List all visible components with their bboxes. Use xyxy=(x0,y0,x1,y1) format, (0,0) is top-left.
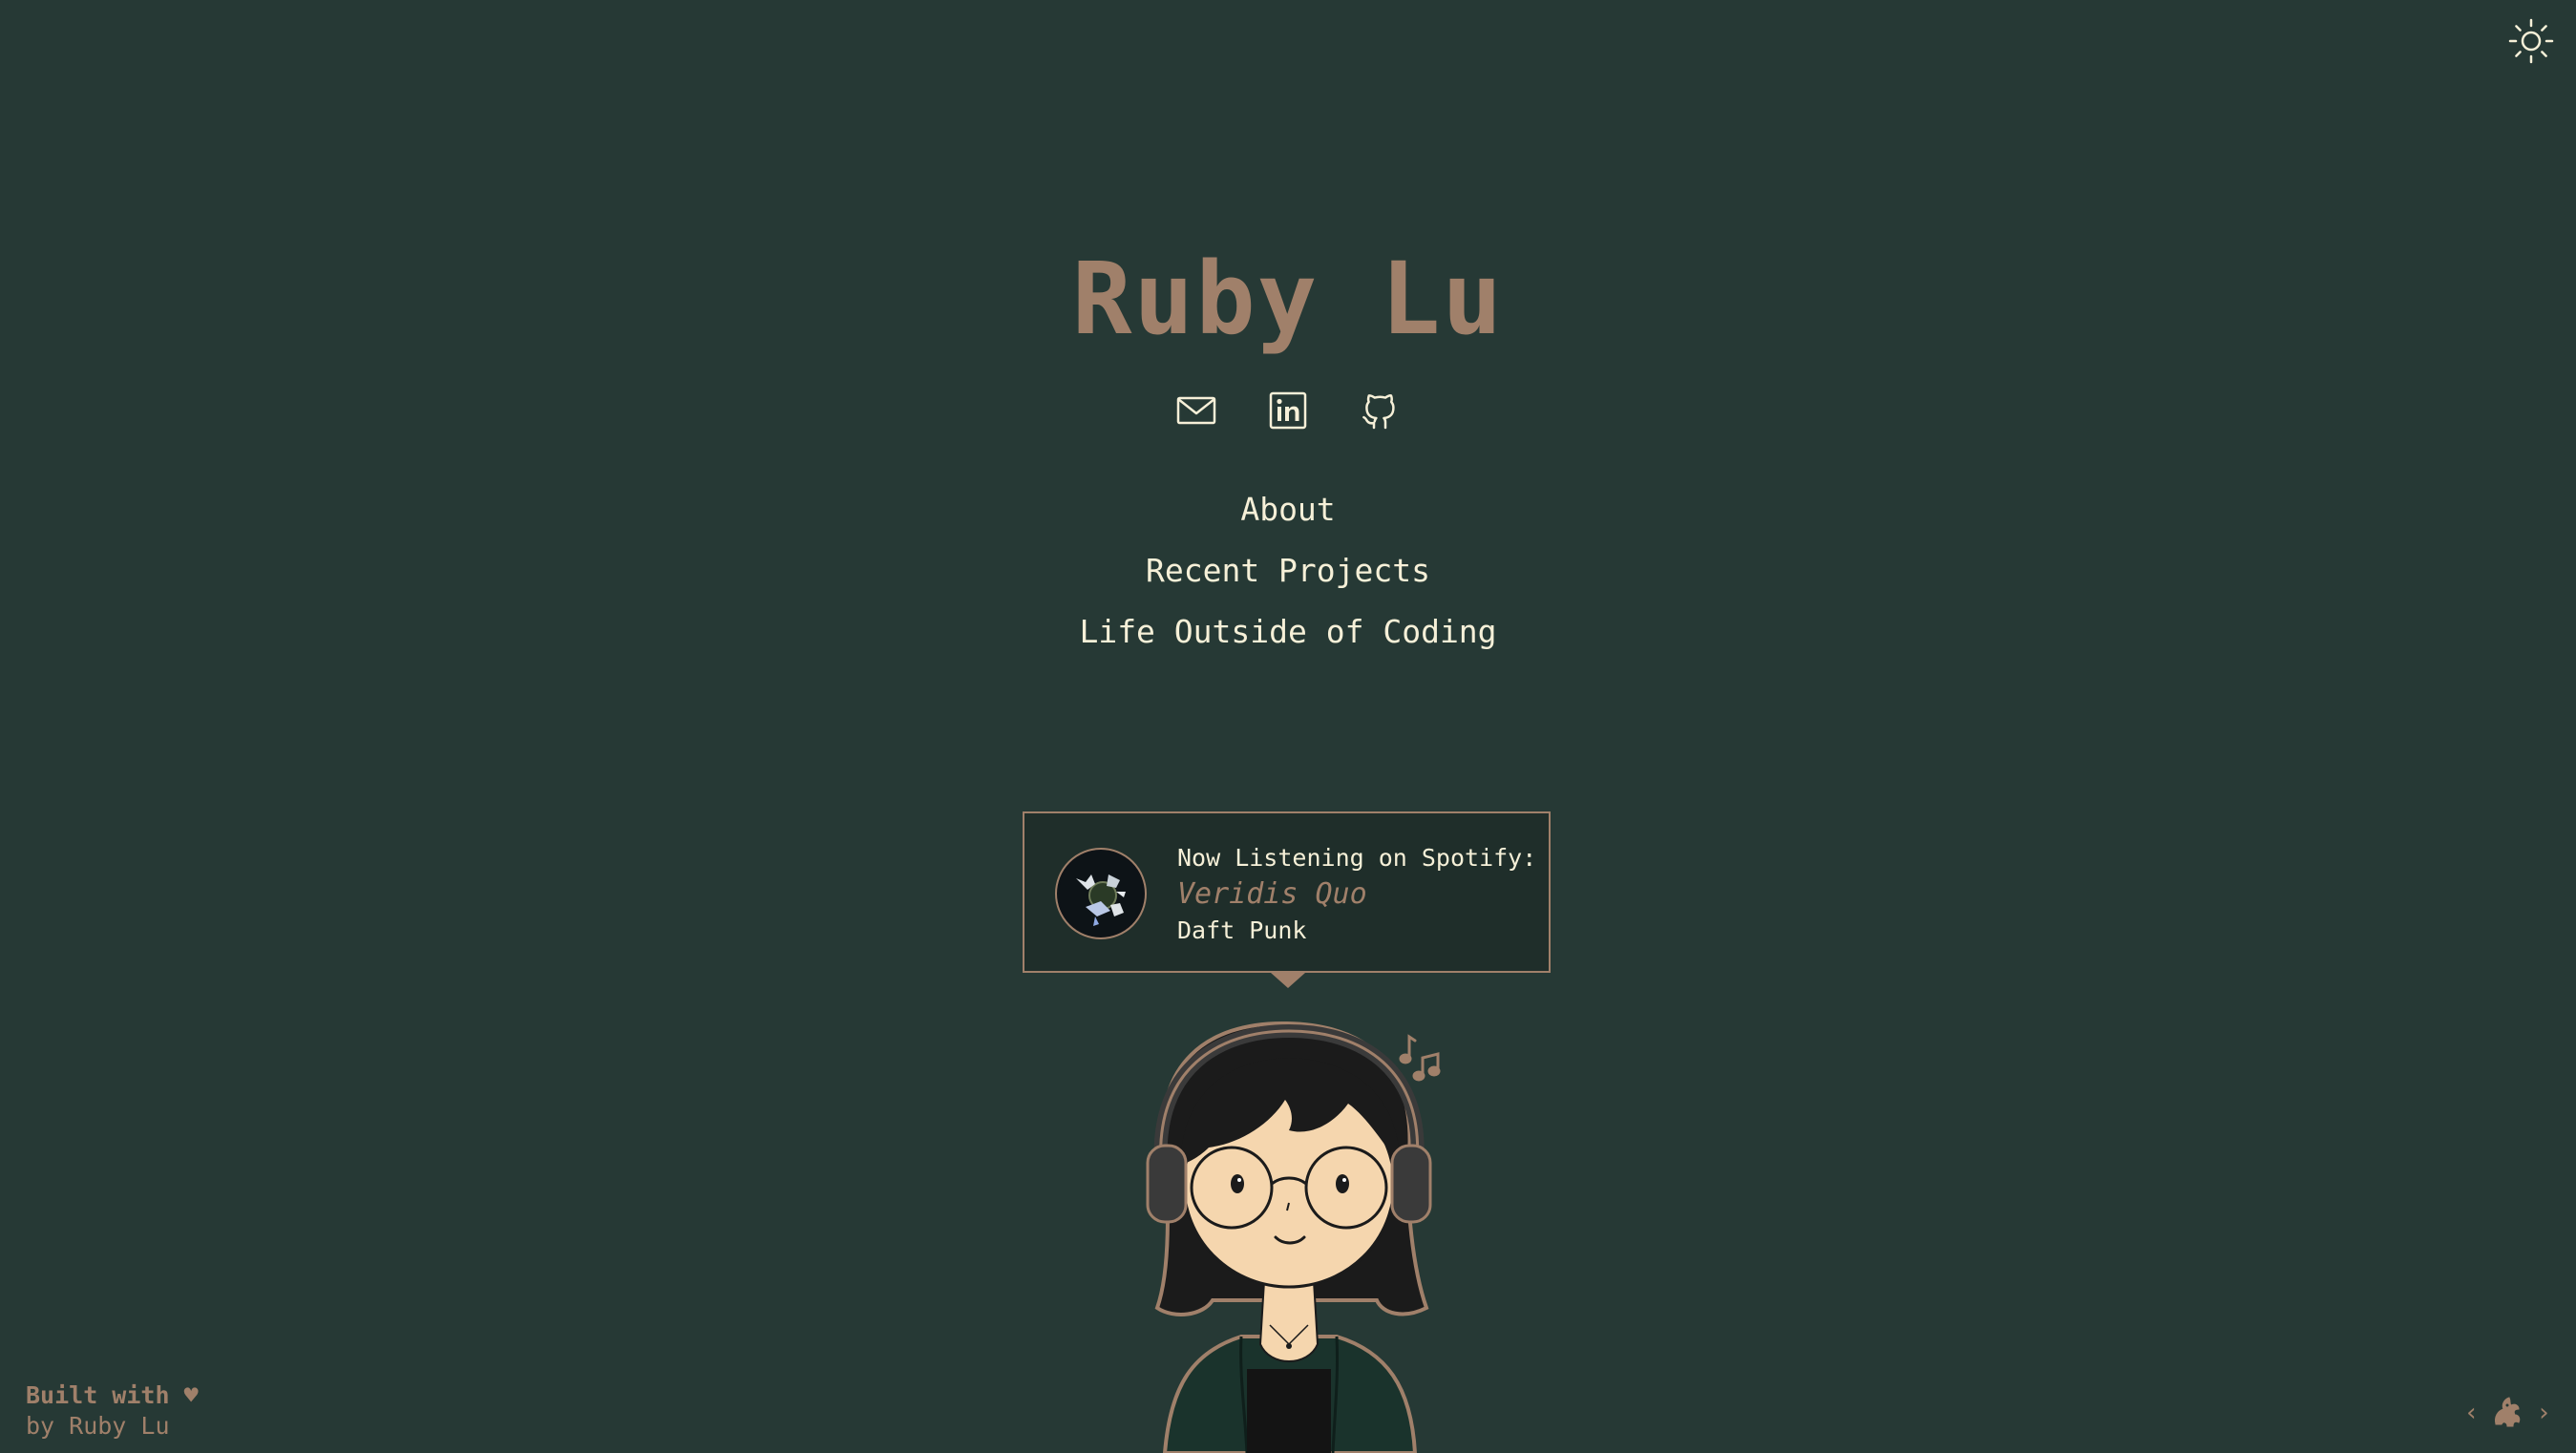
sun-icon xyxy=(2508,18,2554,64)
nav-recent-projects[interactable]: Recent Projects xyxy=(0,540,2576,601)
footer-built-with: Built with ♥ xyxy=(26,1381,199,1409)
theme-toggle-button[interactable] xyxy=(2507,17,2555,65)
webring-icon[interactable] xyxy=(2486,1392,2528,1434)
github-link[interactable] xyxy=(1359,390,1401,432)
webring-prev-button[interactable]: ‹ xyxy=(2464,1394,2480,1432)
webring-next-button[interactable]: › xyxy=(2536,1394,2551,1432)
spotify-artist: Daft Punk xyxy=(1177,916,1307,944)
site-title: Ruby Lu xyxy=(1071,241,1505,357)
webring-nav: ‹ › xyxy=(2464,1392,2551,1434)
nav-about[interactable]: About xyxy=(0,479,2576,540)
spotify-heading: Now Listening on Spotify: xyxy=(1177,844,1537,872)
email-link[interactable] xyxy=(1175,390,1217,432)
page: Ruby Lu About Recent Projects Life Outsi… xyxy=(0,0,2576,1453)
album-art xyxy=(1055,848,1147,939)
main-nav: About Recent Projects Life Outside of Co… xyxy=(0,479,2576,663)
mail-icon xyxy=(1176,396,1216,425)
nav-life-outside-coding[interactable]: Life Outside of Coding xyxy=(0,601,2576,663)
album-art-icon xyxy=(1059,852,1143,936)
linkedin-link[interactable] xyxy=(1267,390,1309,432)
linkedin-icon xyxy=(1269,391,1307,430)
spotify-track-title[interactable]: Veridis Quo xyxy=(1177,876,1367,913)
footer-credit: Built with ♥ by Ruby Lu xyxy=(26,1380,199,1442)
social-links xyxy=(0,390,2576,432)
avatar-illustration xyxy=(1127,1012,1451,1453)
github-icon xyxy=(1362,394,1395,430)
music-note-icon xyxy=(1399,1034,1441,1082)
spotify-now-playing-card[interactable]: Now Listening on Spotify: Veridis Quo Da… xyxy=(1023,811,1551,988)
footer-author: by Ruby Lu xyxy=(26,1412,170,1440)
